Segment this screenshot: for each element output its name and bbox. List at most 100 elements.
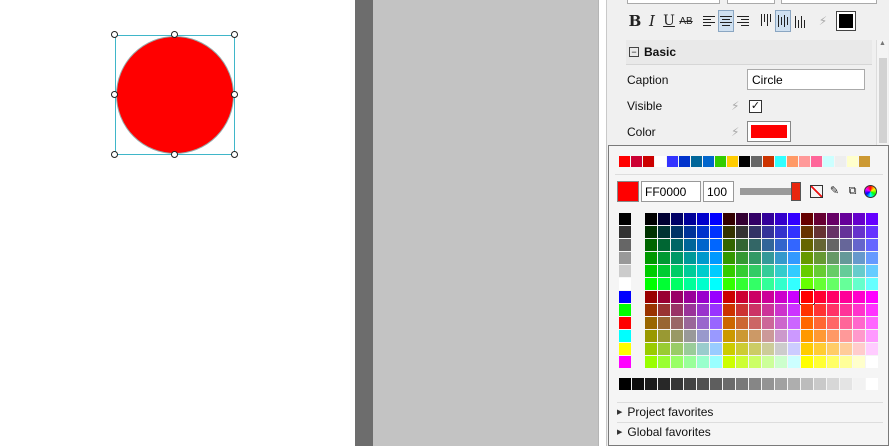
palette-color-swatch[interactable] [671,317,683,329]
recent-color-swatch[interactable] [751,156,762,167]
palette-color-swatch[interactable] [684,356,696,368]
palette-color-swatch[interactable] [866,239,878,251]
palette-color-swatch[interactable] [684,343,696,355]
palette-color-swatch[interactable] [697,304,709,316]
palette-color-swatch[interactable] [840,304,852,316]
palette-color-swatch[interactable] [736,343,748,355]
palette-color-swatch[interactable] [723,343,735,355]
palette-color-swatch[interactable] [775,239,787,251]
recent-color-swatch[interactable] [643,156,654,167]
recent-color-swatch[interactable] [739,156,750,167]
align-center-button[interactable] [718,10,734,32]
palette-color-swatch[interactable] [814,239,826,251]
palette-color-swatch[interactable] [697,239,709,251]
palette-color-swatch[interactable] [697,330,709,342]
style-field[interactable] [781,0,877,4]
palette-color-swatch[interactable] [775,226,787,238]
palette-color-swatch[interactable] [814,330,826,342]
valign-bottom-button[interactable] [792,10,808,32]
recent-color-swatch[interactable] [775,156,786,167]
palette-color-swatch[interactable] [800,290,814,304]
palette-color-swatch[interactable] [697,343,709,355]
color-dropdown-button[interactable] [747,121,791,142]
recent-color-swatch[interactable] [655,156,666,167]
recent-color-swatch[interactable] [811,156,822,167]
palette-color-swatch[interactable] [840,356,852,368]
palette-color-swatch[interactable] [671,252,683,264]
palette-color-swatch[interactable] [697,278,709,290]
palette-color-swatch[interactable] [814,265,826,277]
underline-button[interactable]: U [661,10,677,32]
resize-handle-bottom-left[interactable] [111,151,118,158]
palette-color-swatch[interactable] [710,252,722,264]
grayscale-swatch[interactable] [840,378,852,390]
palette-color-swatch[interactable] [736,356,748,368]
palette-color-swatch[interactable] [710,317,722,329]
palette-color-swatch[interactable] [658,239,670,251]
palette-color-swatch[interactable] [749,252,761,264]
palette-color-swatch[interactable] [710,239,722,251]
palette-color-swatch[interactable] [814,304,826,316]
palette-color-swatch[interactable] [684,213,696,225]
palette-color-swatch[interactable] [645,304,657,316]
palette-color-swatch[interactable] [762,356,774,368]
bold-button[interactable]: B [627,10,643,32]
palette-color-swatch[interactable] [840,265,852,277]
palette-color-swatch[interactable] [788,226,800,238]
properties-scrollbar[interactable]: ▲ [876,40,888,145]
palette-color-swatch[interactable] [671,226,683,238]
palette-color-swatch[interactable] [827,356,839,368]
palette-color-swatch[interactable] [749,265,761,277]
palette-color-swatch[interactable] [788,213,800,225]
palette-color-swatch[interactable] [775,291,787,303]
palette-color-swatch[interactable] [749,304,761,316]
color-wheel-icon[interactable] [864,185,877,198]
palette-color-swatch[interactable] [762,265,774,277]
basic-color-swatch[interactable] [619,213,631,225]
palette-color-swatch[interactable] [866,291,878,303]
resize-handle-bottom-right[interactable] [231,151,238,158]
palette-color-swatch[interactable] [788,343,800,355]
palette-color-swatch[interactable] [736,239,748,251]
basic-color-swatch[interactable] [619,239,631,251]
palette-color-swatch[interactable] [788,330,800,342]
palette-color-swatch[interactable] [710,330,722,342]
palette-color-swatch[interactable] [749,278,761,290]
palette-color-swatch[interactable] [723,226,735,238]
italic-button[interactable]: I [644,10,660,32]
palette-color-swatch[interactable] [671,213,683,225]
palette-color-swatch[interactable] [697,213,709,225]
section-basic-header[interactable]: − Basic [626,40,872,65]
palette-color-swatch[interactable] [645,291,657,303]
strikethrough-button[interactable]: AB [678,10,694,32]
recent-color-swatch[interactable] [763,156,774,167]
resize-handle-right[interactable] [231,91,238,98]
grayscale-swatch[interactable] [671,378,683,390]
opacity-input[interactable] [703,181,734,202]
caption-input[interactable] [747,69,865,90]
palette-color-swatch[interactable] [697,226,709,238]
global-favorites-expander[interactable]: ▶ Global favorites [617,422,883,440]
splitter-bar[interactable] [355,0,373,446]
palette-color-swatch[interactable] [827,291,839,303]
palette-color-swatch[interactable] [645,213,657,225]
palette-color-swatch[interactable] [853,356,865,368]
palette-color-swatch[interactable] [658,265,670,277]
palette-color-swatch[interactable] [814,252,826,264]
grayscale-swatch[interactable] [814,378,826,390]
basic-color-swatch[interactable] [619,291,631,303]
align-right-button[interactable] [735,10,751,32]
palette-color-swatch[interactable] [788,265,800,277]
project-favorites-expander[interactable]: ▶ Project favorites [617,402,883,420]
palette-color-swatch[interactable] [866,356,878,368]
palette-color-swatch[interactable] [827,278,839,290]
palette-color-swatch[interactable] [697,265,709,277]
palette-color-swatch[interactable] [723,330,735,342]
grayscale-swatch[interactable] [775,378,787,390]
font-size-field[interactable] [727,0,775,4]
visible-checkbox[interactable]: ✓ [749,99,762,113]
palette-color-swatch[interactable] [697,252,709,264]
palette-color-swatch[interactable] [814,291,826,303]
recent-color-swatch[interactable] [787,156,798,167]
palette-color-swatch[interactable] [684,278,696,290]
